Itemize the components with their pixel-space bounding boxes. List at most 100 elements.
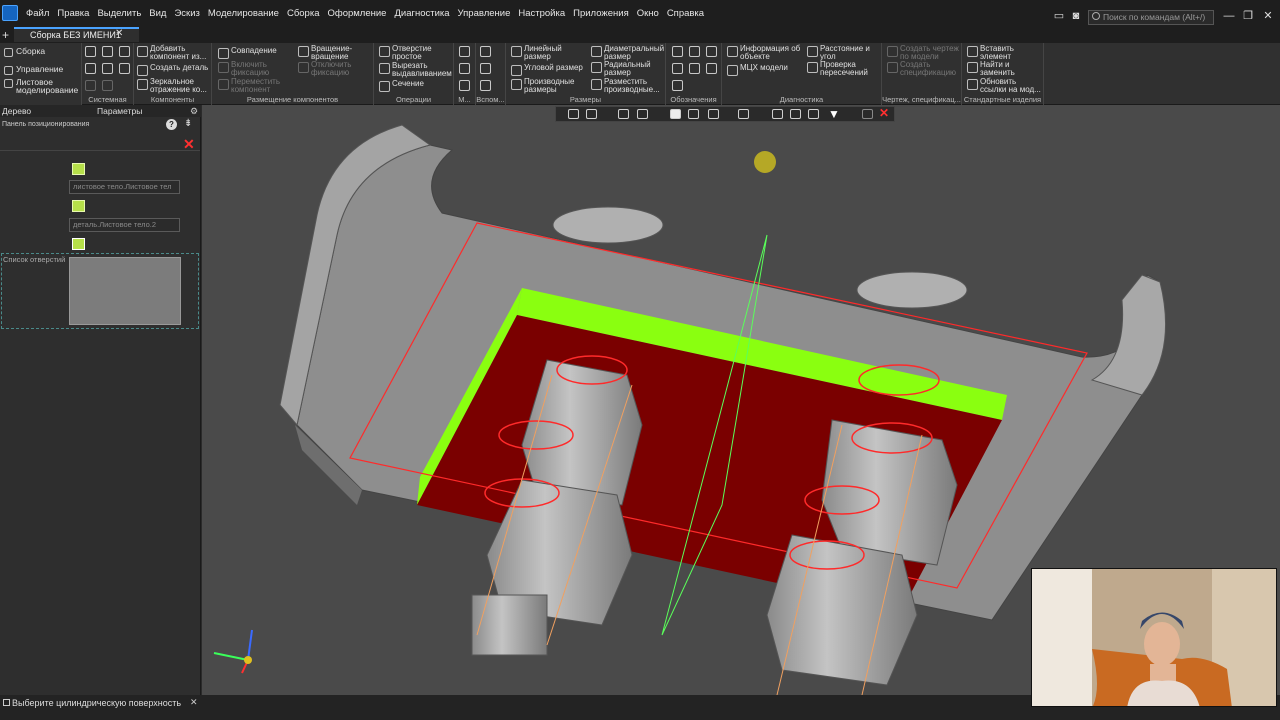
holes-select-icon[interactable] [72,238,85,250]
rotate-rotate-button[interactable]: Вращение-вращение [298,45,352,61]
app-logo-icon[interactable] [2,5,18,21]
disable-fix-button[interactable]: Отключить фиксацию [298,61,351,77]
object2-select-icon[interactable] [72,200,85,212]
diametral-dimension-button[interactable]: Диаметральный размер [591,45,664,61]
panel-settings-icon[interactable]: ⚙ [190,106,198,117]
distance-angle-button[interactable]: Расстояние и угол [807,45,870,61]
grid-array-icon[interactable] [459,63,470,74]
menu-diagnostics[interactable]: Диагностика [390,8,453,19]
cut-extrude-button[interactable]: Вырезать выдавливанием [379,62,452,78]
panel-toggle-icon[interactable]: ▭ [1052,9,1066,23]
insert-icon [967,46,978,57]
tree-view-icon[interactable]: ⇟ [184,118,192,129]
pen-icon[interactable] [862,109,873,119]
object1-field[interactable]: листовое тело.Листовое тел [69,180,180,194]
intersection-check-button[interactable]: Проверка пересечений [807,61,868,77]
new-document-icon[interactable]: + [2,28,9,42]
menu-select[interactable]: Выделить [93,8,145,19]
object1-select-icon[interactable] [72,163,85,175]
visibility-icon[interactable] [708,109,719,119]
find-replace-button[interactable]: Найти и заменить [967,61,1015,77]
undo-icon[interactable] [85,80,96,91]
shaded-view-icon[interactable] [670,109,681,119]
new-file-icon[interactable] [85,46,96,57]
menu-apps[interactable]: Приложения [569,8,633,19]
add-component-button[interactable]: Добавить компонент из... [137,45,206,61]
leader-icon[interactable] [689,46,700,57]
command-search-input[interactable]: Поиск по командам (Alt+/) [1088,10,1214,25]
update-links-button[interactable]: Обновить ссылки на мод... [967,78,1041,94]
close-app-button[interactable]: ✕ [1261,9,1275,23]
menu-settings[interactable]: Настройка [514,8,569,19]
section-view-icon[interactable] [738,109,749,119]
menu-manage[interactable]: Управление [454,8,515,19]
object-info-button[interactable]: Информация об объекте [727,45,800,61]
help-icon[interactable]: ? [166,119,177,130]
object2-field[interactable]: деталь.Листовое тело.2 [69,218,180,232]
create-drawing-button[interactable]: Создать чертеж по модели [887,45,959,61]
radial-dimension-button[interactable]: Радиальный размер [591,61,651,77]
axes-icon[interactable] [637,109,648,119]
model-icon[interactable] [808,109,819,119]
array-icon[interactable] [459,46,470,57]
linear-dimension-button[interactable]: Линейный размер [511,45,562,61]
zoom-fit-icon[interactable] [568,109,579,119]
coincide-button[interactable]: Совпадение [218,47,277,59]
save-icon[interactable] [119,46,130,57]
tab-tree[interactable]: Дерево [2,106,31,116]
tolerance-icon[interactable] [706,46,717,57]
roughness-icon[interactable] [672,46,683,57]
mass-properties-button[interactable]: МЦХ модели [727,64,788,76]
menu-design[interactable]: Оформление [324,8,391,19]
menu-sketch[interactable]: Эскиз [170,8,203,19]
hole-simple-button[interactable]: Отверстие простое [379,45,432,61]
menu-edit[interactable]: Правка [53,8,93,19]
print-icon[interactable] [85,63,96,74]
zoom-icon[interactable] [586,109,597,119]
create-spec-button[interactable]: Создать спецификацию [887,61,956,77]
open-file-icon[interactable] [102,46,113,57]
base-icon[interactable] [672,63,683,74]
menu-file[interactable]: Файл [22,8,53,19]
menu-help[interactable]: Справка [663,8,708,19]
mirror-component-button[interactable]: Зеркальное отражение ко... [137,78,207,94]
move-component-button[interactable]: Переместить компонент [218,78,280,94]
save-all-icon[interactable] [119,63,130,74]
pattern-icon[interactable] [459,80,470,91]
layers-icon[interactable] [790,109,801,119]
section-button[interactable]: Сечение [379,80,424,92]
mode-manage[interactable]: Управление [4,65,63,75]
mode-sheet-metal[interactable]: Листовое моделирование [4,78,78,94]
menu-view[interactable]: Вид [145,8,170,19]
angular-dimension-button[interactable]: Угловой размер [511,64,583,76]
axis-icon[interactable] [480,63,491,74]
point-icon[interactable] [480,80,491,91]
enable-fix-button[interactable]: Включить фиксацию [218,61,269,77]
plane-icon[interactable] [480,46,491,57]
place-derived-button[interactable]: Разместить производные... [591,78,660,94]
dimensions-view-icon[interactable] [772,109,783,119]
close-tab-icon[interactable]: ✕ [115,28,123,39]
camera-icon[interactable]: ◙ [1069,9,1083,23]
tab-parameters[interactable]: Параметры [97,106,142,116]
text-mark-icon[interactable] [689,63,700,74]
redo-icon[interactable] [102,80,113,91]
insert-element-button[interactable]: Вставить элемент [967,45,1014,61]
menu-modeling[interactable]: Моделирование [204,8,283,19]
position-mark-icon[interactable] [706,63,717,74]
weld-icon[interactable] [672,80,683,91]
status-close-icon[interactable]: ✕ [190,697,198,708]
restore-button[interactable]: ❐ [1241,9,1255,23]
mode-assembly[interactable]: Сборка [4,47,45,57]
wireframe-icon[interactable] [688,109,699,119]
derived-dimensions-button[interactable]: Производные размеры [511,78,575,94]
stop-icon[interactable]: ✕ [879,106,889,120]
create-part-button[interactable]: Создать деталь [137,64,208,76]
holes-list-box[interactable] [69,257,181,325]
orient-icon[interactable] [618,109,629,119]
menu-assembly[interactable]: Сборка [283,8,324,19]
minimize-button[interactable]: — [1222,9,1236,23]
filter-icon[interactable]: ▼ [828,107,840,121]
preview-icon[interactable] [102,63,113,74]
menu-window[interactable]: Окно [633,8,663,19]
